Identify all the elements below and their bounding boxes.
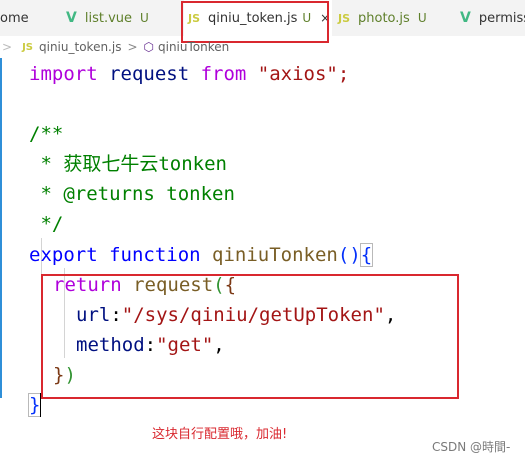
annotation-note: 这块自行配置哦，加油!	[152, 427, 288, 442]
js-file-icon: JS	[22, 41, 33, 53]
breadcrumb-symbol[interactable]: qiniuTonken	[158, 40, 229, 54]
js-file-icon: JS	[338, 11, 351, 25]
watermark: CSDN @時間-	[432, 440, 511, 454]
breadcrumb-separator: >	[127, 40, 138, 54]
identifier: request	[97, 63, 201, 85]
keyword: import	[29, 63, 98, 85]
bracket: )	[349, 244, 361, 266]
code-line-5: * @returns tonken	[29, 183, 235, 205]
untracked-status: U	[417, 11, 427, 25]
breadcrumb-file[interactable]: qiniu_token.js	[39, 40, 121, 54]
code-line-12: }	[27, 390, 42, 420]
keyword: function	[97, 244, 213, 266]
function-name: qiniuTonken	[212, 244, 338, 266]
code-line-6: */	[29, 213, 64, 235]
keyword: from	[200, 63, 247, 85]
tab-label: permiss	[478, 10, 525, 26]
code-highlight-box	[41, 274, 459, 399]
untracked-status: U	[140, 11, 149, 25]
bracket: (	[337, 244, 350, 266]
vue-file-icon: V	[66, 10, 77, 26]
git-added-gutter	[0, 58, 2, 398]
tab-label: photo.js	[358, 10, 410, 26]
code-line-7: export function qiniuTonken(){	[29, 240, 374, 270]
code-line-1: import request from "axios";	[29, 59, 349, 89]
keyword: export	[29, 244, 98, 266]
breadcrumb-separator-leading: >	[2, 40, 13, 54]
vue-file-icon: V	[460, 10, 471, 26]
tab-label: list.vue	[84, 10, 133, 26]
code-line-3: /**	[29, 123, 64, 145]
bracket: {	[359, 243, 374, 267]
tab-label: ome	[0, 10, 29, 26]
tab-list-vue[interactable]: V list.vue U	[56, 0, 194, 36]
bracket: }	[27, 393, 42, 417]
function-cube-icon: ⬡	[143, 40, 154, 54]
tab-photo-js[interactable]: JS photo.js U	[328, 0, 456, 36]
tab-permission[interactable]: V permiss	[446, 0, 525, 36]
code-line-4: * 获取七牛云tonken	[29, 153, 227, 175]
string-literal: "axios";	[246, 63, 350, 85]
breadcrumb: > JS qiniu_token.js > ⬡ qiniuTonken	[0, 36, 525, 58]
tab-home[interactable]: ome	[0, 0, 56, 36]
